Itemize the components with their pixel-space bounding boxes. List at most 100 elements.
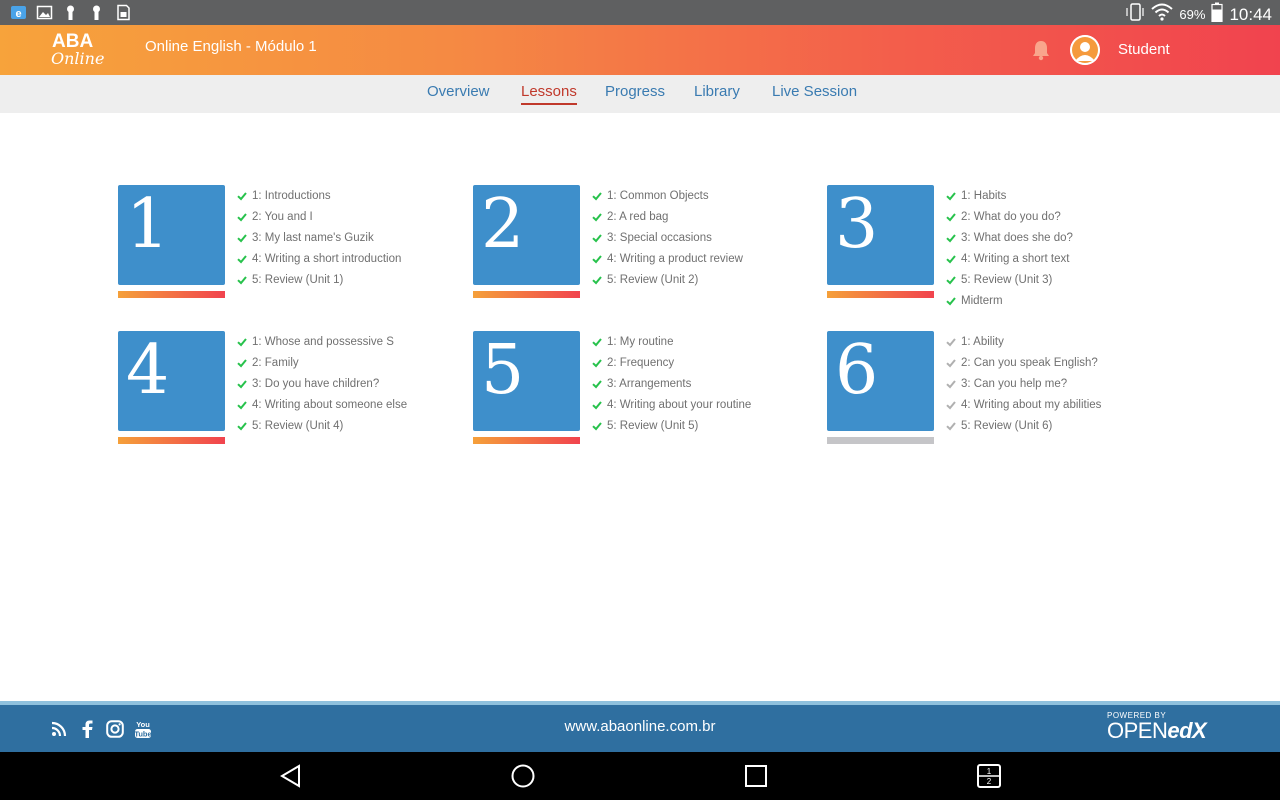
home-icon[interactable]: [510, 763, 536, 789]
lesson-item[interactable]: Midterm: [946, 290, 1073, 311]
unit-number-tile[interactable]: 5: [473, 331, 580, 431]
footer-website-link[interactable]: www.abaonline.com.br: [0, 718, 1280, 735]
lesson-item[interactable]: 1: Common Objects: [592, 185, 743, 206]
lesson-label: 4: Writing about my abilities: [961, 398, 1102, 411]
lesson-item[interactable]: 5: Review (Unit 4): [237, 415, 407, 436]
lesson-item[interactable]: 5: Review (Unit 1): [237, 269, 401, 290]
lesson-item[interactable]: 2: Family: [237, 352, 407, 373]
unit-number-tile[interactable]: 4: [118, 331, 225, 431]
user-name[interactable]: Student: [1118, 41, 1170, 58]
checkmark-icon: [592, 421, 602, 431]
checkmark-icon: [592, 191, 602, 201]
tab-live-session[interactable]: Live Session: [772, 83, 857, 103]
course-title: Online English - Módulo 1: [145, 38, 317, 55]
unit-card: 3 1: Habits 2: What do you do? 3: What does…: [827, 185, 1157, 315]
lesson-item[interactable]: 4: Writing about someone else: [237, 394, 407, 415]
unit-card: 5 1: My routine 2: Frequency 3: Arrangement…: [473, 331, 803, 461]
lesson-label: 4: Writing about your routine: [607, 398, 752, 411]
lesson-label: 1: My routine: [607, 335, 674, 348]
lesson-label: 4: Writing a short introduction: [252, 252, 402, 265]
lesson-item[interactable]: 2: A red bag: [592, 206, 743, 227]
lesson-item[interactable]: 2: You and I: [237, 206, 401, 227]
notifications-bell-icon[interactable]: [1031, 39, 1051, 61]
lesson-label: 1: Whose and possessive S: [252, 335, 394, 348]
unit-number-tile[interactable]: 6: [827, 331, 934, 431]
checkmark-icon: [237, 275, 247, 285]
lesson-item[interactable]: 5: Review (Unit 5): [592, 415, 751, 436]
lesson-item[interactable]: 1: Introductions: [237, 185, 401, 206]
lesson-item[interactable]: 3: What does she do?: [946, 227, 1073, 248]
checkmark-icon: [237, 254, 247, 264]
checkmark-icon: [592, 254, 602, 264]
svg-text:1: 1: [987, 767, 992, 776]
unit-progress-bar: [473, 291, 580, 298]
unit-number-tile[interactable]: 3: [827, 185, 934, 285]
status-bar-notification-icons: e: [10, 4, 131, 21]
lesson-item[interactable]: 3: Do you have children?: [237, 373, 407, 394]
tab-lessons[interactable]: Lessons: [521, 83, 577, 105]
checkmark-icon: [592, 233, 602, 243]
lesson-list: 1: Habits 2: What do you do? 3: What does …: [946, 185, 1073, 311]
unit-number-tile[interactable]: 2: [473, 185, 580, 285]
lesson-item[interactable]: 2: Frequency: [592, 352, 751, 373]
user-avatar[interactable]: [1070, 35, 1100, 65]
lesson-list: 1: My routine 2: Frequency 3: Arrangements…: [592, 331, 751, 436]
aba-online-logo[interactable]: ABA Online: [50, 31, 112, 70]
lesson-label: 5: Review (Unit 2): [607, 273, 699, 286]
lesson-label: Midterm: [961, 294, 1003, 307]
lesson-label: 2: Can you speak English?: [961, 356, 1098, 369]
lesson-item[interactable]: 4: Writing a product review: [592, 248, 743, 269]
lesson-item[interactable]: 4: Writing about my abilities: [946, 394, 1101, 415]
lesson-item[interactable]: 5: Review (Unit 6): [946, 415, 1101, 436]
tab-overview[interactable]: Overview: [427, 83, 490, 103]
lesson-item[interactable]: 1: Habits: [946, 185, 1073, 206]
svg-text:e: e: [15, 8, 21, 20]
checkmark-icon: [237, 421, 247, 431]
lesson-item[interactable]: 4: Writing about your routine: [592, 394, 751, 415]
unit-number: 1: [126, 185, 170, 264]
split-screen-icon[interactable]: 12: [976, 763, 1002, 789]
lesson-item[interactable]: 4: Writing a short introduction: [237, 248, 401, 269]
lesson-label: 4: Writing a short text: [961, 252, 1070, 265]
lesson-item[interactable]: 1: Whose and possessive S: [237, 331, 407, 352]
openedx-wordmark: OPENedX: [1107, 718, 1207, 743]
lesson-label: 5: Review (Unit 3): [961, 273, 1053, 286]
checkmark-icon: [592, 275, 602, 285]
clock: 10:44: [1229, 4, 1272, 24]
tab-library[interactable]: Library: [694, 83, 740, 103]
lesson-item[interactable]: 2: What do you do?: [946, 206, 1073, 227]
lesson-list: 1: Introductions 2: You and I 3: My last n…: [237, 185, 401, 290]
lesson-item[interactable]: 4: Writing a short text: [946, 248, 1073, 269]
svg-text:2: 2: [987, 777, 992, 786]
checkmark-icon: [592, 379, 602, 389]
lesson-item[interactable]: 1: My routine: [592, 331, 751, 352]
battery-icon: [1211, 2, 1224, 27]
openedx-edx-text: edX: [1167, 718, 1207, 743]
lesson-label: 1: Ability: [961, 335, 1004, 348]
back-icon[interactable]: [278, 763, 304, 789]
checkmark-icon: [946, 212, 956, 222]
unit-progress-bar: [827, 437, 934, 444]
lesson-item[interactable]: 3: Arrangements: [592, 373, 751, 394]
status-bar-system-icons: 69% 10:44: [1125, 2, 1272, 27]
lesson-label: 2: Family: [252, 356, 299, 369]
unit-number: 4: [126, 331, 170, 410]
unit-number: 5: [481, 331, 525, 410]
lesson-item[interactable]: 3: Can you help me?: [946, 373, 1101, 394]
lesson-item[interactable]: 2: Can you speak English?: [946, 352, 1101, 373]
tab-progress[interactable]: Progress: [605, 83, 665, 103]
lesson-item[interactable]: 5: Review (Unit 2): [592, 269, 743, 290]
recents-icon[interactable]: [743, 763, 769, 789]
checkmark-icon: [946, 358, 956, 368]
lesson-item[interactable]: 3: Special occasions: [592, 227, 743, 248]
lesson-item[interactable]: 3: My last name's Guzik: [237, 227, 401, 248]
lesson-item[interactable]: 1: Ability: [946, 331, 1101, 352]
powered-by-openedx-logo[interactable]: POWERED BY OPENedX: [1107, 711, 1207, 743]
unit-card: 2 1: Common Objects 2: A red bag 3: Special…: [473, 185, 803, 315]
lesson-label: 4: Writing about someone else: [252, 398, 408, 411]
lesson-label: 3: Can you help me?: [961, 377, 1068, 390]
unit-number-tile[interactable]: 1: [118, 185, 225, 285]
keyhole-icon: [62, 4, 79, 21]
lesson-item[interactable]: 5: Review (Unit 3): [946, 269, 1073, 290]
checkmark-icon: [946, 421, 956, 431]
